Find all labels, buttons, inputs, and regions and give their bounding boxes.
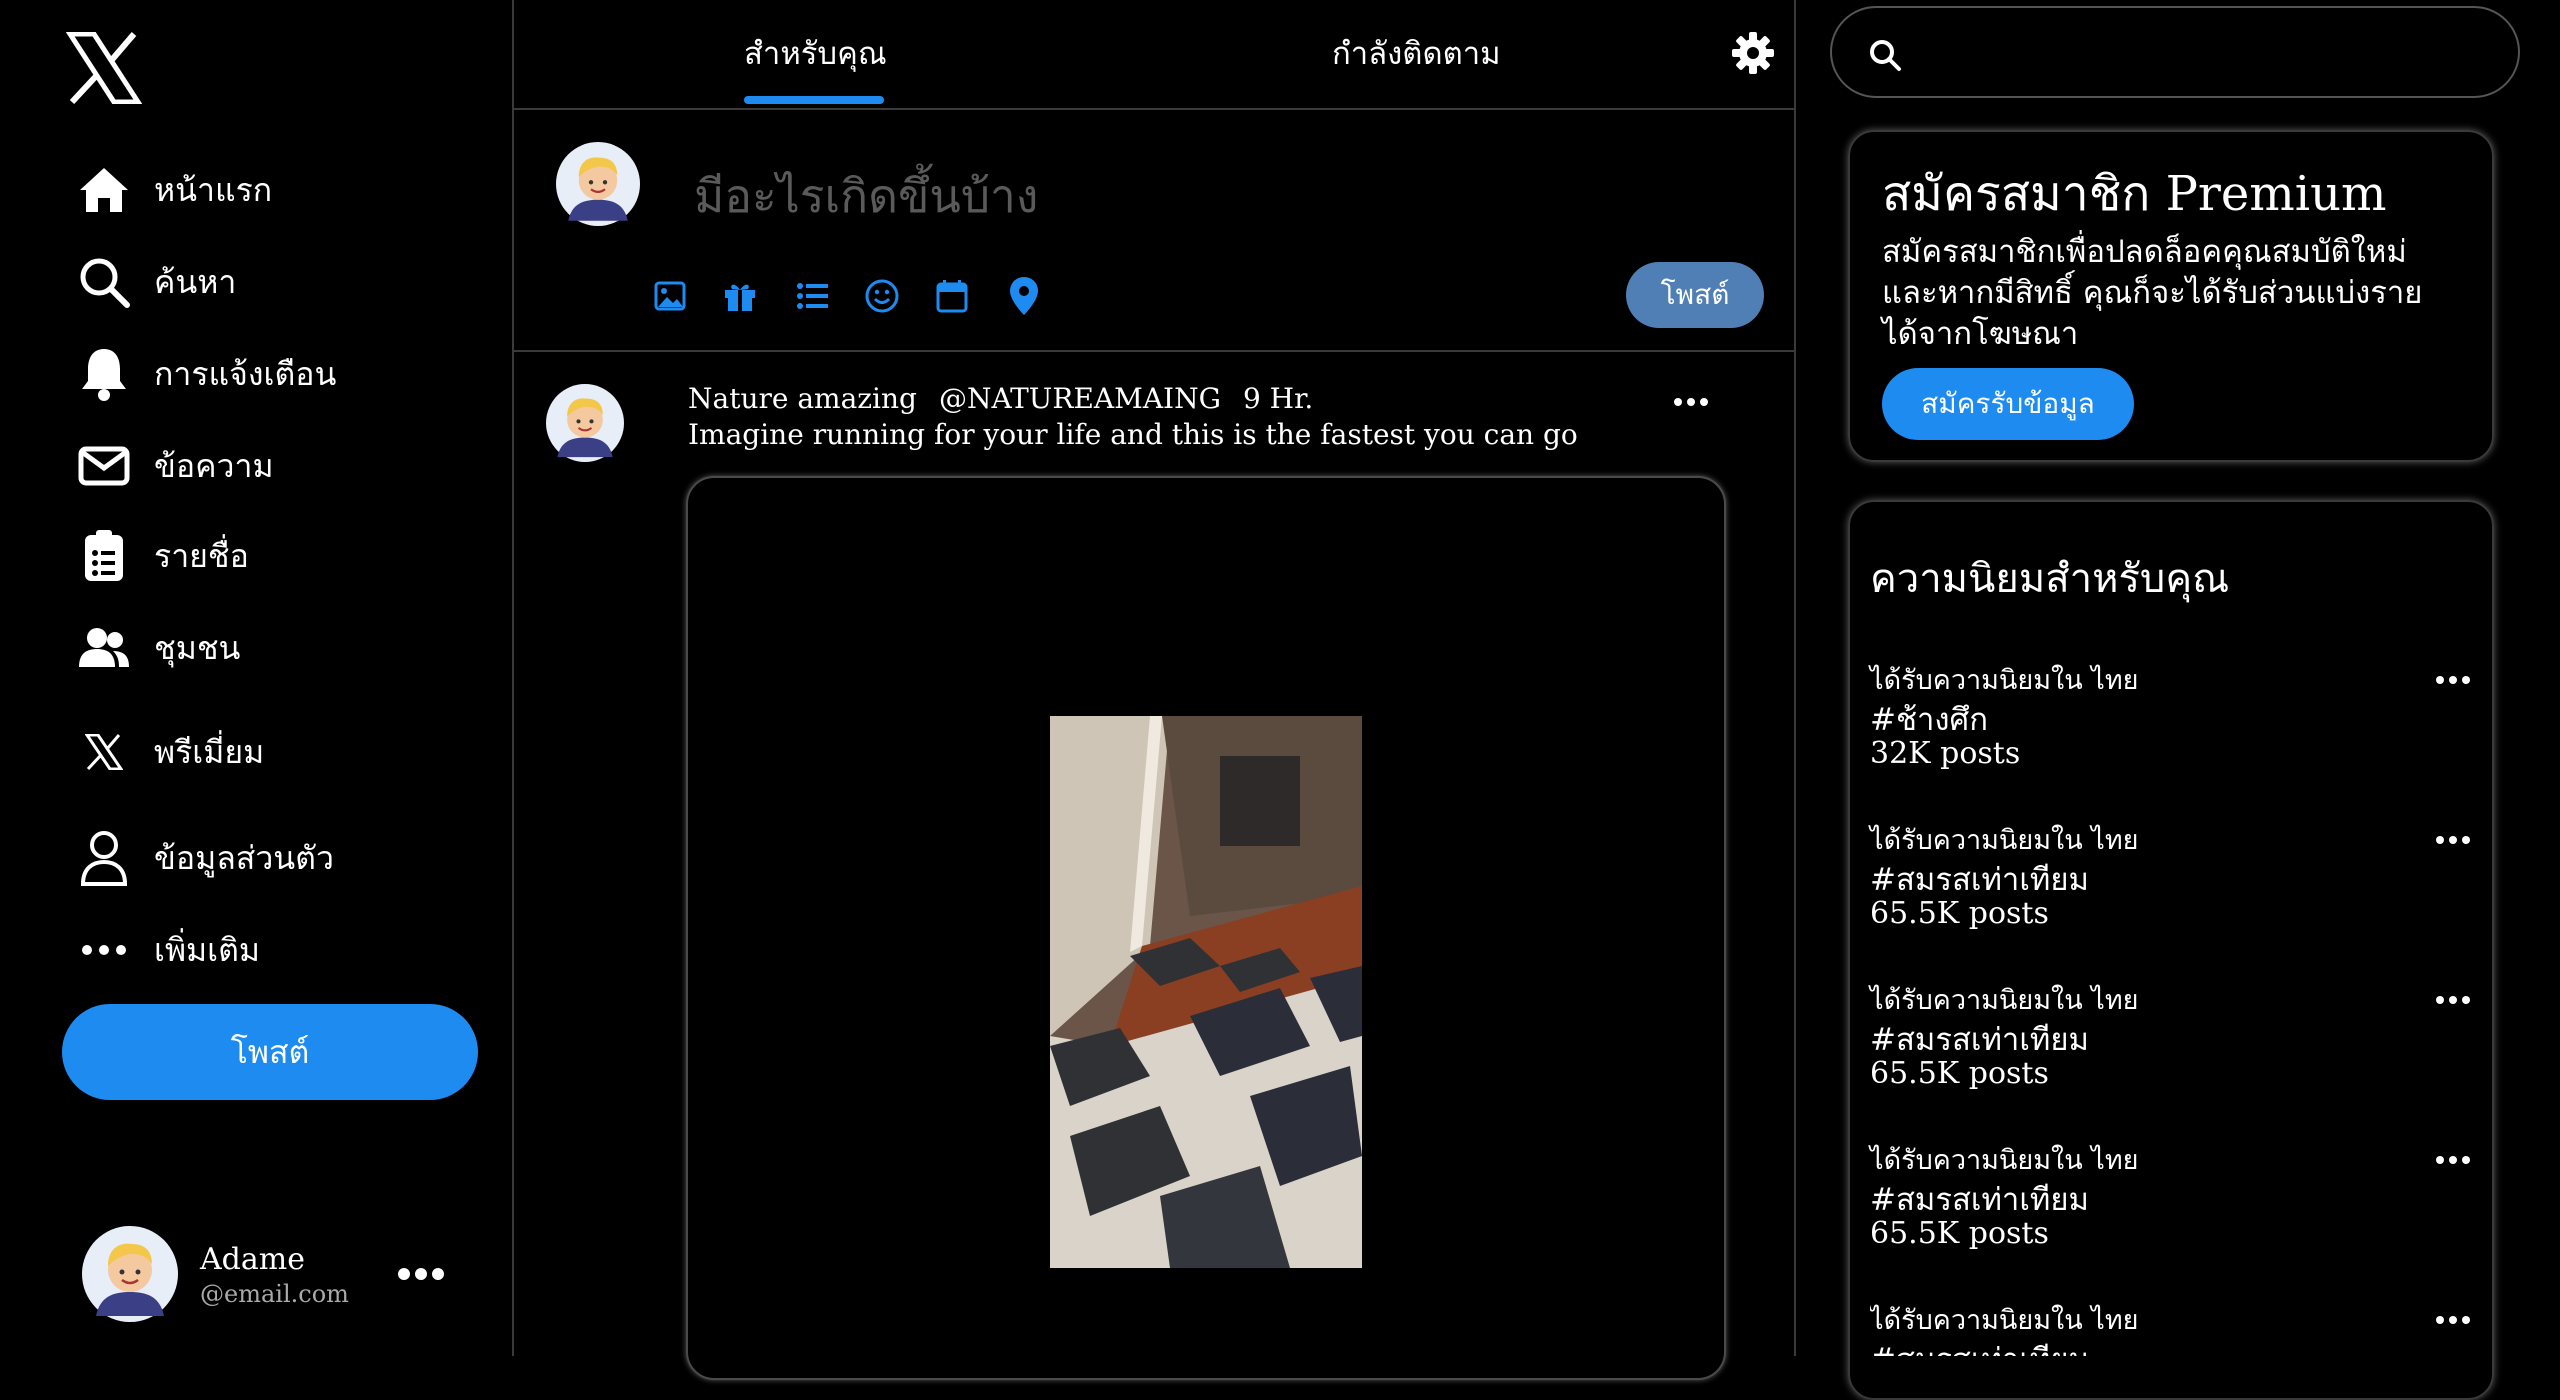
trend-item[interactable]: ได้รับความนิยมใน ไทย #สมรสเท่าเทียม 65.5…	[1870, 1138, 2490, 1298]
gear-icon[interactable]	[1732, 32, 1774, 74]
nav-label-search: ค้นหา	[154, 262, 237, 301]
nav-more[interactable]: เพิ่มเติม	[76, 920, 260, 980]
nav-profile[interactable]: ข้อมูลส่วนตัว	[76, 828, 334, 888]
right-divider	[1794, 0, 1796, 1356]
nav-label-lists: รายชื่อ	[154, 536, 249, 575]
search-icon	[1868, 38, 1902, 72]
trend-item[interactable]: ได้รับความนิยมใน ไทย #สมรสเท่าเทียม 65.5…	[1870, 818, 2490, 978]
premium-title: สมัครสมาชิก Premium	[1882, 166, 2387, 222]
tab-following[interactable]: กำลังติดตาม	[1332, 28, 1501, 78]
active-tab-indicator	[744, 96, 884, 104]
nav-label-profile: ข้อมูลส่วนตัว	[154, 838, 334, 877]
trend-more-icon[interactable]	[2436, 836, 2470, 844]
trends-title: ความนิยมสำหรับคุณ	[1870, 556, 2230, 602]
trend-count: 32K posts	[1870, 736, 2021, 771]
profile-email: @email.com	[200, 1280, 349, 1308]
trend-item[interactable]: ได้รับความนิยมใน ไทย #สมรสเท่าเทียม	[1870, 1298, 2490, 1356]
bell-icon	[76, 346, 132, 402]
user-icon	[76, 830, 132, 886]
nav-label-communities: ชุมชน	[154, 628, 241, 667]
nav-premium[interactable]: พรีเมี่ยม	[76, 722, 264, 782]
post-media-card[interactable]	[686, 476, 1726, 1380]
trend-more-icon[interactable]	[2436, 1316, 2470, 1324]
poll-list-icon[interactable]	[788, 272, 836, 320]
trend-more-icon[interactable]	[2436, 676, 2470, 684]
post-handle[interactable]: @NATUREAMAING	[939, 382, 1221, 415]
trend-count: 65.5K posts	[1870, 896, 2049, 931]
schedule-icon[interactable]	[928, 272, 976, 320]
profile-more-icon[interactable]	[398, 1268, 444, 1280]
video-thumbnail[interactable]	[1050, 716, 1362, 1268]
home-icon	[76, 162, 132, 218]
more-dots-icon	[76, 922, 132, 978]
nav-label-messages: ข้อความ	[154, 446, 274, 485]
trend-count: 65.5K posts	[1870, 1056, 2049, 1091]
post-header: Nature amazing @NATUREAMAING 9 Hr.	[688, 382, 1313, 415]
composer-post-button[interactable]: โพสต์	[1626, 262, 1764, 328]
post-author[interactable]: Nature amazing	[688, 382, 917, 415]
trend-item[interactable]: ได้รับความนิยมใน ไทย #ช้างศึก 32K posts	[1870, 658, 2490, 818]
nav-label-more: เพิ่มเติม	[154, 930, 260, 969]
nav-search[interactable]: ค้นหา	[76, 252, 236, 312]
premium-description: สมัครสมาชิกเพื่อปลดล็อคคุณสมบัติใหม่ และ…	[1882, 234, 2423, 352]
nav-messages[interactable]: ข้อความ	[76, 436, 274, 496]
left-sidebar: หน้าแรก ค้นหา การแจ้งเตือน ข้อความ รายชื…	[0, 0, 512, 1356]
avatar[interactable]	[82, 1226, 178, 1322]
nav-label-notifications: การแจ้งเตือน	[154, 354, 337, 393]
gif-icon[interactable]	[716, 272, 764, 320]
subscribe-button[interactable]: สมัครรับข้อมูล	[1882, 368, 2134, 440]
post-avatar[interactable]	[546, 384, 624, 462]
post-text: Imagine running for your life and this i…	[688, 418, 1578, 451]
nav-communities[interactable]: ชุมชน	[76, 618, 240, 678]
composer-avatar	[556, 142, 640, 226]
post-time: 9 Hr.	[1242, 382, 1314, 415]
trend-more-icon[interactable]	[2436, 996, 2470, 1004]
trend-more-icon[interactable]	[2436, 1156, 2470, 1164]
location-icon[interactable]	[1000, 272, 1048, 320]
tabs-divider	[514, 108, 1794, 110]
search-icon	[76, 254, 132, 310]
post-more-icon[interactable]	[1674, 398, 1708, 406]
nav-lists[interactable]: รายชื่อ	[76, 526, 249, 586]
trend-item[interactable]: ได้รับความนิยมใน ไทย #สมรสเท่าเทียม 65.5…	[1870, 978, 2490, 1138]
profile-name: Adame	[200, 1242, 305, 1277]
search-input[interactable]	[1830, 6, 2520, 98]
trend-tag: #สมรสเท่าเทียม	[1870, 1334, 2089, 1356]
list-clipboard-icon	[76, 528, 132, 584]
left-divider	[512, 0, 514, 1356]
trend-count: 65.5K posts	[1870, 1216, 2049, 1251]
nav-label-home: หน้าแรก	[154, 170, 273, 209]
people-icon	[76, 620, 132, 676]
image-icon[interactable]	[646, 272, 694, 320]
x-logo-icon[interactable]	[66, 32, 142, 104]
nav-notifications[interactable]: การแจ้งเตือน	[76, 344, 336, 404]
post-button[interactable]: โพสต์	[62, 1004, 478, 1100]
mail-icon	[76, 438, 132, 494]
x-logo-icon	[76, 724, 132, 780]
nav-home[interactable]: หน้าแรก	[76, 160, 272, 220]
tab-for-you[interactable]: สำหรับคุณ	[744, 28, 887, 78]
composer-input[interactable]: มีอะไรเกิดขึ้นบ้าง	[694, 160, 1038, 233]
composer-divider	[514, 350, 1794, 352]
nav-label-premium: พรีเมี่ยม	[154, 732, 265, 771]
emoji-icon[interactable]	[858, 272, 906, 320]
